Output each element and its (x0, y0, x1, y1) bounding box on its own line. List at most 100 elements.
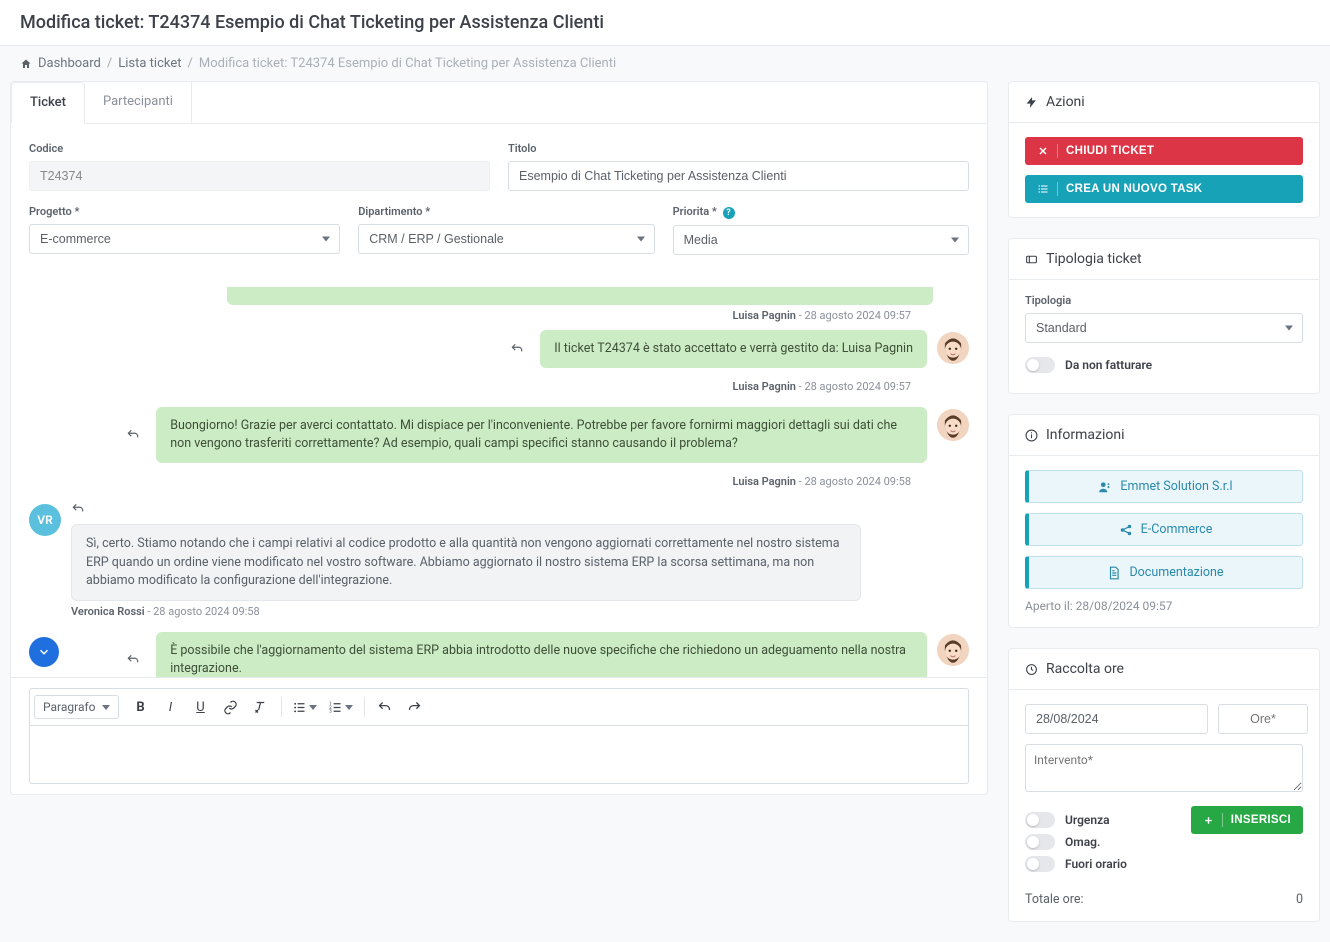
toggle-label: Omag. (1065, 835, 1100, 849)
reply-icon[interactable] (510, 342, 524, 356)
panel-title: Informazioni (1009, 415, 1319, 456)
toggle-non-fatturare[interactable] (1025, 357, 1055, 373)
scroll-down-button[interactable] (29, 637, 59, 667)
panel-title: Raccolta ore (1009, 649, 1319, 690)
label-priorita: Priorita * ? (673, 205, 969, 219)
breadcrumb-separator: / (188, 56, 193, 71)
info-doc-chip[interactable]: Documentazione (1025, 556, 1303, 589)
info-project-chip[interactable]: E-Commerce (1025, 513, 1303, 546)
panel-title: Tipologia ticket (1009, 239, 1319, 280)
ticket-card: Ticket Partecipanti Codice Titolo (10, 81, 988, 795)
bold-button[interactable]: B (127, 693, 155, 721)
opened-at: Aperto il: 28/08/2024 09:57 (1025, 599, 1303, 613)
toolbar-divider (364, 697, 365, 717)
chat-message: Buongiorno! Grazie per averci contattato… (29, 407, 969, 463)
chat-meta: Luisa Pagnin - 28 agosto 2024 09:58 (733, 475, 911, 488)
number-list-button[interactable]: 123 (324, 693, 358, 721)
toggle-label: Fuori orario (1065, 857, 1127, 871)
info-icon (1025, 429, 1038, 442)
raccolta-ore-panel: Raccolta ore Urgenza Omag. Fuori orario (1008, 648, 1320, 922)
breadcrumb-separator: / (107, 56, 112, 71)
breadcrumb-dashboard[interactable]: Dashboard (38, 56, 101, 71)
field-dipartimento: Dipartimento * CRM / ERP / Gestionale (358, 205, 654, 255)
chat-message: VR Sì, certo. Stiamo notando che i campi… (29, 502, 969, 617)
chat-bubble: Il ticket T24374 è stato accettato e ver… (540, 330, 927, 368)
clear-format-button[interactable] (247, 693, 275, 721)
input-date[interactable] (1025, 704, 1208, 734)
chevron-down-icon (309, 705, 317, 710)
chat-meta: Luisa Pagnin - 28 agosto 2024 09:57 (733, 380, 911, 393)
bullet-list-button[interactable] (288, 693, 322, 721)
tab-partecipanti[interactable]: Partecipanti (85, 82, 192, 123)
clock-icon (1025, 663, 1038, 676)
label-progetto: Progetto * (29, 205, 340, 218)
link-button[interactable] (217, 693, 245, 721)
field-codice: Codice (29, 142, 490, 191)
input-intervento[interactable] (1025, 744, 1303, 792)
tab-ticket[interactable]: Ticket (11, 82, 85, 124)
chat-message: Il ticket T24374 è stato accettato e ver… (29, 330, 969, 368)
tabs: Ticket Partecipanti (11, 82, 987, 124)
insert-button[interactable]: INSERISCI (1191, 806, 1303, 834)
toggle-omag[interactable] (1025, 834, 1055, 850)
chevron-down-icon (345, 705, 353, 710)
select-dipartimento[interactable]: CRM / ERP / Gestionale (358, 224, 654, 254)
label-titolo: Titolo (508, 142, 969, 155)
field-priorita: Priorita * ? Media (673, 205, 969, 255)
editor-textarea[interactable] (29, 726, 969, 784)
doc-icon (1107, 566, 1121, 580)
chat-bubble: Buongiorno! Grazie per averci contattato… (156, 407, 927, 463)
select-tipologia[interactable]: Standard (1025, 313, 1303, 343)
reply-icon[interactable] (126, 428, 140, 442)
chat-thread[interactable]: Luisa Pagnin - 28 agosto 2024 09:57 Il t… (11, 287, 987, 677)
user-icon (1098, 480, 1112, 494)
message-editor: Paragrafo B I U 123 (11, 677, 987, 794)
field-progetto: Progetto * E-commerce (29, 205, 340, 255)
select-progetto[interactable]: E-commerce (29, 224, 340, 254)
reply-icon[interactable] (126, 653, 140, 667)
avatar (937, 409, 969, 441)
info-client-chip[interactable]: Emmet Solution S.r.l (1025, 470, 1303, 503)
field-titolo: Titolo (508, 142, 969, 191)
chat-meta: Luisa Pagnin - 28 agosto 2024 09:57 (733, 309, 911, 322)
avatar (937, 332, 969, 364)
underline-button[interactable]: U (187, 693, 215, 721)
select-priorita[interactable]: Media (673, 225, 969, 255)
toggle-fuori-orario[interactable] (1025, 856, 1055, 872)
reply-icon[interactable] (71, 502, 85, 516)
panel-title: Azioni (1009, 82, 1319, 123)
label-tipologia: Tipologia (1025, 294, 1303, 307)
breadcrumb-lista-ticket[interactable]: Lista ticket (118, 56, 181, 71)
avatar (937, 634, 969, 666)
close-icon (1037, 145, 1049, 157)
chevron-down-icon (102, 705, 110, 710)
paragraph-select[interactable]: Paragrafo (34, 695, 119, 719)
chat-meta: Veronica Rossi - 28 agosto 2024 09:58 (71, 605, 969, 618)
svg-text:3: 3 (329, 709, 332, 714)
ticket-icon (1025, 253, 1038, 266)
chat-bubble-partial (227, 287, 933, 305)
bolt-icon (1025, 96, 1038, 109)
undo-button[interactable] (371, 693, 399, 721)
close-ticket-button[interactable]: CHIUDI TICKET (1025, 137, 1303, 165)
input-codice (29, 161, 490, 191)
editor-toolbar: Paragrafo B I U 123 (29, 688, 969, 726)
breadcrumb: Dashboard / Lista ticket / Modifica tick… (0, 46, 1330, 81)
total-hours: Totale ore: 0 (1025, 892, 1303, 907)
toggle-urgenza[interactable] (1025, 812, 1055, 828)
italic-button[interactable]: I (157, 693, 185, 721)
toggle-label: Da non fatturare (1065, 358, 1152, 372)
chat-bubble: Sì, certo. Stiamo notando che i campi re… (71, 524, 861, 600)
informazioni-panel: Informazioni Emmet Solution S.r.l E-Comm… (1008, 414, 1320, 628)
info-icon[interactable]: ? (723, 207, 735, 219)
input-ore[interactable] (1218, 704, 1308, 734)
plus-icon (1203, 815, 1214, 826)
redo-button[interactable] (401, 693, 429, 721)
azioni-panel: Azioni CHIUDI TICKET CREA UN NUOVO TASK (1008, 81, 1320, 218)
input-titolo[interactable] (508, 161, 969, 191)
home-icon (20, 58, 32, 70)
new-task-button[interactable]: CREA UN NUOVO TASK (1025, 175, 1303, 203)
page-title: Modifica ticket: T24374 Esempio di Chat … (0, 0, 1330, 46)
label-dipartimento: Dipartimento * (358, 205, 654, 218)
chat-bubble: È possibile che l'aggiornamento del sist… (156, 632, 927, 677)
